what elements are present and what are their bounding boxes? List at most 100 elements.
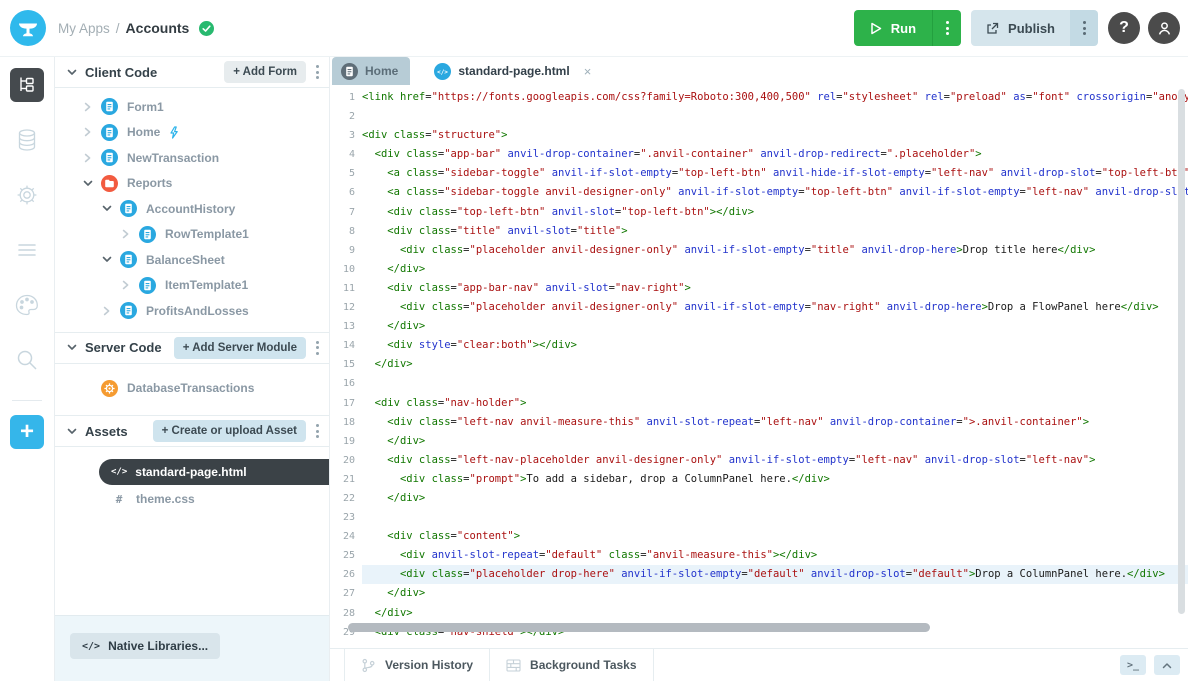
add-server-module-button[interactable]: + Add Server Module: [174, 337, 306, 359]
run-button[interactable]: Run: [854, 10, 932, 46]
version-history-button[interactable]: Version History: [344, 649, 490, 681]
run-menu-button[interactable]: [932, 10, 961, 46]
close-tab-icon[interactable]: ×: [584, 64, 592, 79]
breadcrumb-my-apps[interactable]: My Apps: [58, 21, 110, 36]
native-libraries-button[interactable]: </> Native Libraries...: [70, 633, 220, 659]
code-line-content[interactable]: </div>: [362, 432, 1188, 451]
code-line-content[interactable]: <div class="structure">: [362, 126, 1188, 145]
chevron-right-icon[interactable]: [83, 127, 93, 137]
code-line-content[interactable]: <div style="clear:both"></div>: [362, 336, 1188, 355]
server-item-databasetransactions[interactable]: DatabaseTransactions: [55, 376, 329, 402]
code-line-content[interactable]: <div class="left-nav-placeholder anvil-d…: [362, 451, 1188, 470]
code-line-23[interactable]: 23: [330, 508, 1188, 527]
code-line-content[interactable]: <link href="https://fonts.googleapis.com…: [362, 88, 1188, 107]
chevron-right-icon[interactable]: [83, 102, 93, 112]
code-line-2[interactable]: 2: [330, 107, 1188, 126]
tree-item-home[interactable]: Home: [55, 120, 329, 146]
code-line-13[interactable]: 13 </div>: [330, 317, 1188, 336]
tab-home[interactable]: Home: [332, 57, 410, 85]
code-line-15[interactable]: 15 </div>: [330, 355, 1188, 374]
code-line-content[interactable]: </div>: [362, 584, 1188, 603]
tree-item-newtransaction[interactable]: NewTransaction: [55, 145, 329, 171]
code-line-3[interactable]: 3<div class="structure">: [330, 126, 1188, 145]
code-line-12[interactable]: 12 <div class="placeholder anvil-designe…: [330, 298, 1188, 317]
chevron-right-icon[interactable]: [102, 306, 112, 316]
code-line-24[interactable]: 24 <div class="content">: [330, 527, 1188, 546]
code-line-4[interactable]: 4 <div class="app-bar" anvil-drop-contai…: [330, 145, 1188, 164]
code-line-9[interactable]: 9 <div class="placeholder anvil-designer…: [330, 241, 1188, 260]
code-line-8[interactable]: 8 <div class="title" anvil-slot="title">: [330, 222, 1188, 241]
collapse-panel-button[interactable]: [1154, 655, 1180, 675]
rail-theme-button[interactable]: [10, 288, 44, 322]
asset-item-theme-css[interactable]: #theme.css: [55, 486, 329, 512]
tree-item-accounthistory[interactable]: AccountHistory: [55, 196, 329, 222]
help-button[interactable]: ?: [1108, 12, 1140, 44]
code-line-5[interactable]: 5 <a class="sidebar-toggle" anvil-if-slo…: [330, 164, 1188, 183]
code-line-content[interactable]: <div class="title" anvil-slot="title">: [362, 222, 1188, 241]
client-code-menu-button[interactable]: [314, 63, 321, 81]
code-line-content[interactable]: <div class="top-left-btn" anvil-slot="to…: [362, 203, 1188, 222]
code-line-10[interactable]: 10 </div>: [330, 260, 1188, 279]
tree-item-rowtemplate1[interactable]: RowTemplate1: [55, 222, 329, 248]
code-line-content[interactable]: [362, 508, 1188, 527]
code-line-content[interactable]: <div class="nav-holder">: [362, 394, 1188, 413]
code-line-content[interactable]: <div class="placeholder drop-here" anvil…: [362, 565, 1188, 584]
chevron-right-icon[interactable]: [121, 229, 131, 239]
code-line-content[interactable]: [362, 374, 1188, 393]
chevron-down-icon[interactable]: [102, 204, 112, 213]
code-line-content[interactable]: [362, 107, 1188, 126]
tree-item-profitsandlosses[interactable]: ProfitsAndLosses: [55, 298, 329, 324]
code-line-14[interactable]: 14 <div style="clear:both"></div>: [330, 336, 1188, 355]
code-line-content[interactable]: <div class="content">: [362, 527, 1188, 546]
code-line-content[interactable]: <div class="app-bar-nav" anvil-slot="nav…: [362, 279, 1188, 298]
rail-search-button[interactable]: [10, 343, 44, 377]
code-editor[interactable]: 1<link href="https://fonts.googleapis.co…: [330, 85, 1188, 648]
code-line-26[interactable]: 26 <div class="placeholder drop-here" an…: [330, 565, 1188, 584]
tree-item-reports[interactable]: Reports: [55, 171, 329, 197]
code-line-7[interactable]: 7 <div class="top-left-btn" anvil-slot="…: [330, 203, 1188, 222]
chevron-down-icon[interactable]: [83, 179, 93, 188]
code-line-19[interactable]: 19 </div>: [330, 432, 1188, 451]
code-line-11[interactable]: 11 <div class="app-bar-nav" anvil-slot="…: [330, 279, 1188, 298]
code-line-content[interactable]: <a class="sidebar-toggle" anvil-if-slot-…: [362, 164, 1188, 183]
code-line-27[interactable]: 27 </div>: [330, 584, 1188, 603]
tree-item-form1[interactable]: Form1: [55, 94, 329, 120]
tree-item-balancesheet[interactable]: BalanceSheet: [55, 247, 329, 273]
code-line-20[interactable]: 20 <div class="left-nav-placeholder anvi…: [330, 451, 1188, 470]
code-line-25[interactable]: 25 <div anvil-slot-repeat="default" clas…: [330, 546, 1188, 565]
chevron-down-icon[interactable]: [67, 68, 77, 77]
add-form-button[interactable]: + Add Form: [224, 61, 306, 83]
chevron-down-icon[interactable]: [67, 427, 77, 436]
server-code-menu-button[interactable]: [314, 339, 321, 357]
code-line-content[interactable]: <div class="placeholder anvil-designer-o…: [362, 298, 1188, 317]
code-line-28[interactable]: 28 </div>: [330, 604, 1188, 623]
code-line-content[interactable]: </div>: [362, 604, 1188, 623]
chevron-right-icon[interactable]: [83, 153, 93, 163]
code-line-21[interactable]: 21 <div class="prompt">To add a sidebar,…: [330, 470, 1188, 489]
code-line-17[interactable]: 17 <div class="nav-holder">: [330, 394, 1188, 413]
code-line-content[interactable]: </div>: [362, 489, 1188, 508]
code-line-content[interactable]: <div class="placeholder anvil-designer-o…: [362, 241, 1188, 260]
code-line-content[interactable]: </div>: [362, 355, 1188, 374]
chevron-down-icon[interactable]: [102, 255, 112, 264]
code-line-content[interactable]: <div class="prompt">To add a sidebar, dr…: [362, 470, 1188, 489]
publish-menu-button[interactable]: [1070, 10, 1098, 46]
code-line-content[interactable]: <a class="sidebar-toggle anvil-designer-…: [362, 183, 1188, 202]
code-line-content[interactable]: <div anvil-slot-repeat="default" class="…: [362, 546, 1188, 565]
account-button[interactable]: [1148, 12, 1180, 44]
horizontal-scrollbar[interactable]: [348, 623, 930, 632]
add-component-button[interactable]: +: [10, 415, 44, 449]
rail-settings-button[interactable]: [10, 178, 44, 212]
code-line-6[interactable]: 6 <a class="sidebar-toggle anvil-designe…: [330, 183, 1188, 202]
code-line-16[interactable]: 16: [330, 374, 1188, 393]
background-tasks-button[interactable]: Background Tasks: [490, 649, 653, 681]
code-line-22[interactable]: 22 </div>: [330, 489, 1188, 508]
tree-item-itemtemplate1[interactable]: ItemTemplate1: [55, 273, 329, 299]
rail-app-structure-button[interactable]: [10, 68, 44, 102]
chevron-right-icon[interactable]: [121, 280, 131, 290]
app-console-button[interactable]: >_: [1120, 655, 1146, 675]
rail-database-button[interactable]: [10, 123, 44, 157]
create-or-upload-asset-button[interactable]: + Create or upload Asset: [153, 420, 306, 442]
asset-item-standard-page-html[interactable]: </>standard-page.html: [99, 459, 329, 485]
code-line-content[interactable]: </div>: [362, 260, 1188, 279]
